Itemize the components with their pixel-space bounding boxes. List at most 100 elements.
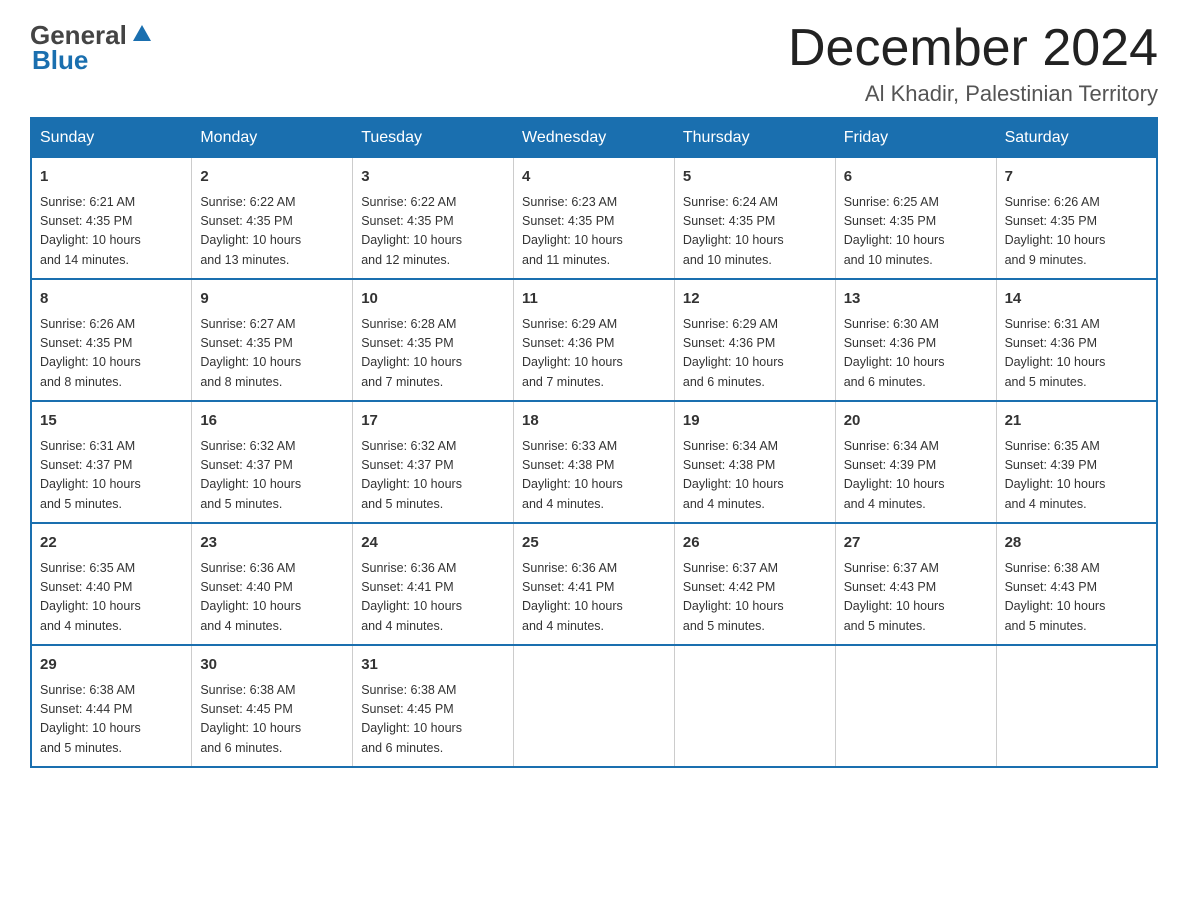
day-info: Sunrise: 6:31 AMSunset: 4:36 PMDaylight:… xyxy=(1005,315,1148,393)
day-info: Sunrise: 6:33 AMSunset: 4:38 PMDaylight:… xyxy=(522,437,666,515)
day-number: 16 xyxy=(200,410,344,433)
day-number: 14 xyxy=(1005,288,1148,311)
day-info: Sunrise: 6:22 AMSunset: 4:35 PMDaylight:… xyxy=(200,193,344,271)
day-info: Sunrise: 6:38 AMSunset: 4:44 PMDaylight:… xyxy=(40,681,183,759)
day-info: Sunrise: 6:30 AMSunset: 4:36 PMDaylight:… xyxy=(844,315,988,393)
column-header-saturday: Saturday xyxy=(996,118,1157,158)
calendar-cell: 1 Sunrise: 6:21 AMSunset: 4:35 PMDaylight… xyxy=(31,158,192,280)
day-number: 22 xyxy=(40,532,183,555)
title-section: December 2024 Al Khadir, Palestinian Ter… xyxy=(788,20,1158,107)
day-number: 6 xyxy=(844,166,988,189)
day-number: 9 xyxy=(200,288,344,311)
calendar-cell: 12 Sunrise: 6:29 AMSunset: 4:36 PMDayligh… xyxy=(674,279,835,401)
day-info: Sunrise: 6:29 AMSunset: 4:36 PMDaylight:… xyxy=(522,315,666,393)
column-header-monday: Monday xyxy=(192,118,353,158)
day-number: 1 xyxy=(40,166,183,189)
day-number: 26 xyxy=(683,532,827,555)
calendar-cell: 18 Sunrise: 6:33 AMSunset: 4:38 PMDayligh… xyxy=(514,401,675,523)
day-number: 27 xyxy=(844,532,988,555)
day-number: 25 xyxy=(522,532,666,555)
day-number: 12 xyxy=(683,288,827,311)
calendar-cell: 23Sunrise: 6:36 AMSunset: 4:40 PMDayligh… xyxy=(192,523,353,645)
calendar-cell: 31 Sunrise: 6:38 AMSunset: 4:45 PMDayligh… xyxy=(353,645,514,767)
page-header: General Blue December 2024 Al Khadir, Pa… xyxy=(30,20,1158,107)
day-info: Sunrise: 6:34 AMSunset: 4:39 PMDaylight:… xyxy=(844,437,988,515)
day-number: 2 xyxy=(200,166,344,189)
location-subtitle: Al Khadir, Palestinian Territory xyxy=(788,81,1158,107)
day-number: 30 xyxy=(200,654,344,677)
day-number: 3 xyxy=(361,166,505,189)
day-number: 23 xyxy=(200,532,344,555)
day-number: 19 xyxy=(683,410,827,433)
calendar-cell: 9 Sunrise: 6:27 AMSunset: 4:35 PMDaylight… xyxy=(192,279,353,401)
day-number: 8 xyxy=(40,288,183,311)
day-info: Sunrise: 6:24 AMSunset: 4:35 PMDaylight:… xyxy=(683,193,827,271)
day-info: Sunrise: 6:38 AMSunset: 4:45 PMDaylight:… xyxy=(200,681,344,759)
calendar-cell: 4 Sunrise: 6:23 AMSunset: 4:35 PMDaylight… xyxy=(514,158,675,280)
day-number: 5 xyxy=(683,166,827,189)
day-info: Sunrise: 6:37 AMSunset: 4:42 PMDaylight:… xyxy=(683,559,827,637)
logo-triangle-icon xyxy=(131,23,153,50)
day-info: Sunrise: 6:34 AMSunset: 4:38 PMDaylight:… xyxy=(683,437,827,515)
calendar-cell: 20 Sunrise: 6:34 AMSunset: 4:39 PMDayligh… xyxy=(835,401,996,523)
calendar-cell: 11 Sunrise: 6:29 AMSunset: 4:36 PMDayligh… xyxy=(514,279,675,401)
calendar-cell: 16 Sunrise: 6:32 AMSunset: 4:37 PMDayligh… xyxy=(192,401,353,523)
calendar-cell: 2 Sunrise: 6:22 AMSunset: 4:35 PMDaylight… xyxy=(192,158,353,280)
day-info: Sunrise: 6:25 AMSunset: 4:35 PMDaylight:… xyxy=(844,193,988,271)
day-info: Sunrise: 6:37 AMSunset: 4:43 PMDaylight:… xyxy=(844,559,988,637)
calendar-cell xyxy=(674,645,835,767)
column-header-friday: Friday xyxy=(835,118,996,158)
week-row-4: 22 Sunrise: 6:35 AMSunset: 4:40 PMDayligh… xyxy=(31,523,1157,645)
calendar-cell xyxy=(996,645,1157,767)
calendar-cell: 28Sunrise: 6:38 AMSunset: 4:43 PMDayligh… xyxy=(996,523,1157,645)
calendar-cell: 26 Sunrise: 6:37 AMSunset: 4:42 PMDayligh… xyxy=(674,523,835,645)
week-row-3: 15Sunrise: 6:31 AMSunset: 4:37 PMDayligh… xyxy=(31,401,1157,523)
day-info: Sunrise: 6:35 AMSunset: 4:39 PMDaylight:… xyxy=(1005,437,1148,515)
week-row-5: 29 Sunrise: 6:38 AMSunset: 4:44 PMDayligh… xyxy=(31,645,1157,767)
day-number: 7 xyxy=(1005,166,1148,189)
header-row: SundayMondayTuesdayWednesdayThursdayFrid… xyxy=(31,118,1157,158)
calendar-cell: 22 Sunrise: 6:35 AMSunset: 4:40 PMDayligh… xyxy=(31,523,192,645)
day-number: 11 xyxy=(522,288,666,311)
calendar-table: SundayMondayTuesdayWednesdayThursdayFrid… xyxy=(30,117,1158,768)
day-info: Sunrise: 6:22 AMSunset: 4:35 PMDaylight:… xyxy=(361,193,505,271)
day-number: 13 xyxy=(844,288,988,311)
day-number: 4 xyxy=(522,166,666,189)
calendar-cell: 15Sunrise: 6:31 AMSunset: 4:37 PMDayligh… xyxy=(31,401,192,523)
calendar-cell xyxy=(514,645,675,767)
day-number: 18 xyxy=(522,410,666,433)
calendar-cell: 24Sunrise: 6:36 AMSunset: 4:41 PMDayligh… xyxy=(353,523,514,645)
day-info: Sunrise: 6:21 AMSunset: 4:35 PMDaylight:… xyxy=(40,193,183,271)
day-info: Sunrise: 6:23 AMSunset: 4:35 PMDaylight:… xyxy=(522,193,666,271)
day-number: 20 xyxy=(844,410,988,433)
day-info: Sunrise: 6:38 AMSunset: 4:45 PMDaylight:… xyxy=(361,681,505,759)
calendar-cell: 8Sunrise: 6:26 AMSunset: 4:35 PMDaylight… xyxy=(31,279,192,401)
week-row-2: 8Sunrise: 6:26 AMSunset: 4:35 PMDaylight… xyxy=(31,279,1157,401)
day-number: 15 xyxy=(40,410,183,433)
month-title: December 2024 xyxy=(788,20,1158,77)
column-header-tuesday: Tuesday xyxy=(353,118,514,158)
day-number: 10 xyxy=(361,288,505,311)
day-info: Sunrise: 6:32 AMSunset: 4:37 PMDaylight:… xyxy=(200,437,344,515)
day-number: 21 xyxy=(1005,410,1148,433)
calendar-cell: 29 Sunrise: 6:38 AMSunset: 4:44 PMDayligh… xyxy=(31,645,192,767)
week-row-1: 1 Sunrise: 6:21 AMSunset: 4:35 PMDaylight… xyxy=(31,158,1157,280)
calendar-cell: 3 Sunrise: 6:22 AMSunset: 4:35 PMDaylight… xyxy=(353,158,514,280)
day-info: Sunrise: 6:32 AMSunset: 4:37 PMDaylight:… xyxy=(361,437,505,515)
calendar-cell: 10Sunrise: 6:28 AMSunset: 4:35 PMDayligh… xyxy=(353,279,514,401)
calendar-cell: 13 Sunrise: 6:30 AMSunset: 4:36 PMDayligh… xyxy=(835,279,996,401)
day-number: 29 xyxy=(40,654,183,677)
column-header-wednesday: Wednesday xyxy=(514,118,675,158)
day-info: Sunrise: 6:35 AMSunset: 4:40 PMDaylight:… xyxy=(40,559,183,637)
logo-blue-text: Blue xyxy=(32,45,88,76)
calendar-cell xyxy=(835,645,996,767)
day-info: Sunrise: 6:27 AMSunset: 4:35 PMDaylight:… xyxy=(200,315,344,393)
calendar-cell: 7Sunrise: 6:26 AMSunset: 4:35 PMDaylight… xyxy=(996,158,1157,280)
day-number: 24 xyxy=(361,532,505,555)
logo: General Blue xyxy=(30,20,153,76)
day-info: Sunrise: 6:29 AMSunset: 4:36 PMDaylight:… xyxy=(683,315,827,393)
day-info: Sunrise: 6:36 AMSunset: 4:41 PMDaylight:… xyxy=(522,559,666,637)
day-number: 31 xyxy=(361,654,505,677)
day-number: 28 xyxy=(1005,532,1148,555)
calendar-cell: 6 Sunrise: 6:25 AMSunset: 4:35 PMDaylight… xyxy=(835,158,996,280)
